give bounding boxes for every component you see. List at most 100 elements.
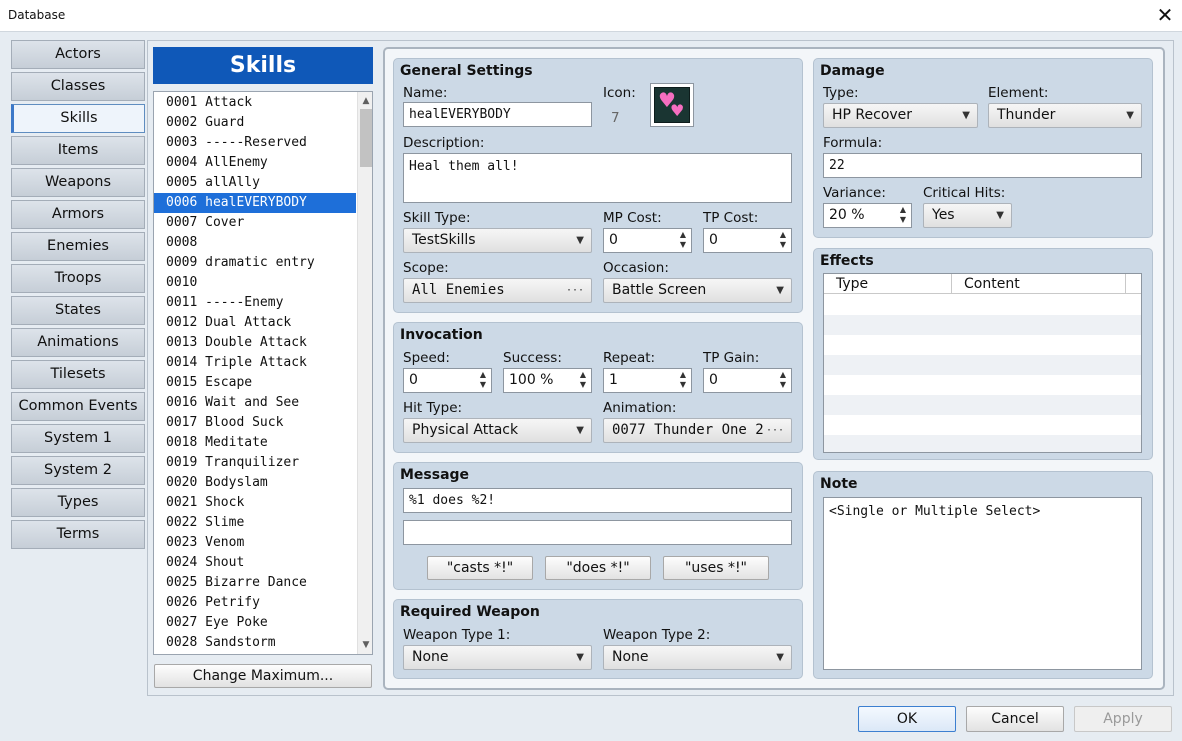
list-item[interactable]: 0010 — [154, 273, 356, 293]
list-item[interactable]: 0012 Dual Attack — [154, 313, 356, 333]
scroll-thumb[interactable] — [360, 109, 372, 167]
ok-button[interactable]: OK — [858, 706, 956, 732]
category-classes[interactable]: Classes — [11, 72, 145, 101]
list-scrollbar[interactable]: ▲ ▼ — [357, 92, 372, 654]
spin-arrows-icon[interactable]: ▲ ▼ — [778, 370, 788, 390]
category-weapons[interactable]: Weapons — [11, 168, 145, 197]
effects-table[interactable]: Type Content — [823, 273, 1142, 453]
spin-arrows-icon[interactable]: ▲ ▼ — [678, 370, 688, 390]
variance-stepper[interactable]: 20 % ▲ ▼ — [823, 203, 912, 228]
list-item[interactable]: 0020 Bodyslam — [154, 473, 356, 493]
category-tilesets[interactable]: Tilesets — [11, 360, 145, 389]
list-item[interactable]: 0014 Triple Attack — [154, 353, 356, 373]
column-type-header[interactable]: Type — [824, 274, 952, 294]
category-types[interactable]: Types — [11, 488, 145, 517]
list-item[interactable]: 0001 Attack — [154, 93, 356, 113]
table-row[interactable] — [824, 375, 1141, 395]
list-item[interactable]: 0016 Wait and See — [154, 393, 356, 413]
scope-select[interactable]: All Enemies ··· — [403, 278, 592, 303]
spin-arrows-icon[interactable]: ▲ ▼ — [678, 230, 688, 250]
repeat-stepper[interactable]: 1 ▲ ▼ — [603, 368, 692, 393]
uses-button[interactable]: "uses *!" — [663, 556, 769, 580]
table-row[interactable] — [824, 395, 1141, 415]
spin-arrows-icon[interactable]: ▲ ▼ — [898, 205, 908, 225]
list-item[interactable]: 0013 Double Attack — [154, 333, 356, 353]
success-stepper[interactable]: 100 % ▲ ▼ — [503, 368, 592, 393]
message-line-1[interactable]: %1 does %2! — [403, 488, 792, 513]
category-actors[interactable]: Actors — [11, 40, 145, 69]
table-row[interactable] — [824, 435, 1141, 452]
spin-arrows-icon[interactable]: ▲ ▼ — [578, 370, 588, 390]
list-item[interactable]: 0021 Shock — [154, 493, 356, 513]
description-field[interactable]: Heal them all! — [403, 153, 792, 203]
list-item[interactable]: 0028 Sandstorm — [154, 633, 356, 653]
list-item[interactable]: 0022 Slime — [154, 513, 356, 533]
category-states[interactable]: States — [11, 296, 145, 325]
list-item[interactable]: 0017 Blood Suck — [154, 413, 356, 433]
category-common-events[interactable]: Common Events — [11, 392, 145, 421]
table-row[interactable] — [824, 315, 1141, 335]
close-icon[interactable]: ✕ — [1148, 0, 1182, 31]
tp-cost-stepper[interactable]: 0 ▲ ▼ — [703, 228, 792, 253]
spin-arrows-icon[interactable]: ▲ ▼ — [478, 370, 488, 390]
skill-type-select[interactable]: TestSkills ▼ — [403, 228, 592, 253]
list-item[interactable]: 0026 Petrify — [154, 593, 356, 613]
note-field[interactable]: <Single or Multiple Select> — [823, 497, 1142, 670]
critical-hits-select[interactable]: Yes ▼ — [923, 203, 1012, 228]
skill-icon-picker[interactable]: ♥ ♥ — [650, 83, 694, 127]
list-item[interactable]: 0011 -----Enemy — [154, 293, 356, 313]
hit-type-select[interactable]: Physical Attack ▼ — [403, 418, 592, 443]
table-row[interactable] — [824, 335, 1141, 355]
list-item[interactable]: 0018 Meditate — [154, 433, 356, 453]
damage-type-select[interactable]: HP Recover ▼ — [823, 103, 978, 128]
list-item[interactable]: 0007 Cover — [154, 213, 356, 233]
variance-value: 20 % — [829, 207, 865, 223]
list-item[interactable]: 0002 Guard — [154, 113, 356, 133]
list-item[interactable]: 0025 Bizarre Dance — [154, 573, 356, 593]
category-items[interactable]: Items — [11, 136, 145, 165]
list-item[interactable]: 0009 dramatic entry — [154, 253, 356, 273]
category-troops[interactable]: Troops — [11, 264, 145, 293]
element-select[interactable]: Thunder ▼ — [988, 103, 1142, 128]
weapon-type-2-select[interactable]: None ▼ — [603, 645, 792, 670]
does-button[interactable]: "does *!" — [545, 556, 651, 580]
spin-arrows-icon[interactable]: ▲ ▼ — [778, 230, 788, 250]
list-item[interactable]: 0027 Eye Poke — [154, 613, 356, 633]
speed-stepper[interactable]: 0 ▲ ▼ — [403, 368, 492, 393]
category-terms[interactable]: Terms — [11, 520, 145, 549]
change-maximum-button[interactable]: Change Maximum... — [154, 664, 372, 688]
list-item[interactable]: 0023 Venom — [154, 533, 356, 553]
list-item[interactable]: 0004 AllEnemy — [154, 153, 356, 173]
name-field[interactable]: healEVERYBODY — [403, 102, 592, 127]
skill-list[interactable]: 0001 Attack 0002 Guard 0003 -----Reserved 0… — [153, 91, 373, 655]
casts-button[interactable]: "casts *!" — [427, 556, 533, 580]
category-system-1[interactable]: System 1 — [11, 424, 145, 453]
column-content-header[interactable]: Content — [952, 274, 1126, 294]
animation-select[interactable]: 0077 Thunder One 2 ··· — [603, 418, 792, 443]
category-enemies[interactable]: Enemies — [11, 232, 145, 261]
table-row[interactable] — [824, 295, 1141, 315]
list-item[interactable]: 0008 — [154, 233, 356, 253]
table-row[interactable] — [824, 355, 1141, 375]
category-skills[interactable]: Skills — [11, 104, 145, 133]
list-item[interactable]: 0006 healEVERYBODY — [154, 193, 356, 213]
apply-button[interactable]: Apply — [1074, 706, 1172, 732]
occasion-select[interactable]: Battle Screen ▼ — [603, 278, 792, 303]
category-system-2[interactable]: System 2 — [11, 456, 145, 485]
formula-field[interactable]: 22 — [823, 153, 1142, 178]
category-armors[interactable]: Armors — [11, 200, 145, 229]
cancel-button[interactable]: Cancel — [966, 706, 1064, 732]
table-row[interactable] — [824, 415, 1141, 435]
tp-gain-stepper[interactable]: 0 ▲ ▼ — [703, 368, 792, 393]
weapon-type-1-select[interactable]: None ▼ — [403, 645, 592, 670]
scroll-down-icon[interactable]: ▼ — [358, 637, 372, 653]
list-item[interactable]: 0024 Shout — [154, 553, 356, 573]
list-item[interactable]: 0019 Tranquilizer — [154, 453, 356, 473]
category-animations[interactable]: Animations — [11, 328, 145, 357]
message-line-2[interactable] — [403, 520, 792, 545]
scroll-up-icon[interactable]: ▲ — [358, 93, 372, 109]
list-item[interactable]: 0003 -----Reserved — [154, 133, 356, 153]
list-item[interactable]: 0015 Escape — [154, 373, 356, 393]
list-item[interactable]: 0005 allAlly — [154, 173, 356, 193]
mp-cost-stepper[interactable]: 0 ▲ ▼ — [603, 228, 692, 253]
